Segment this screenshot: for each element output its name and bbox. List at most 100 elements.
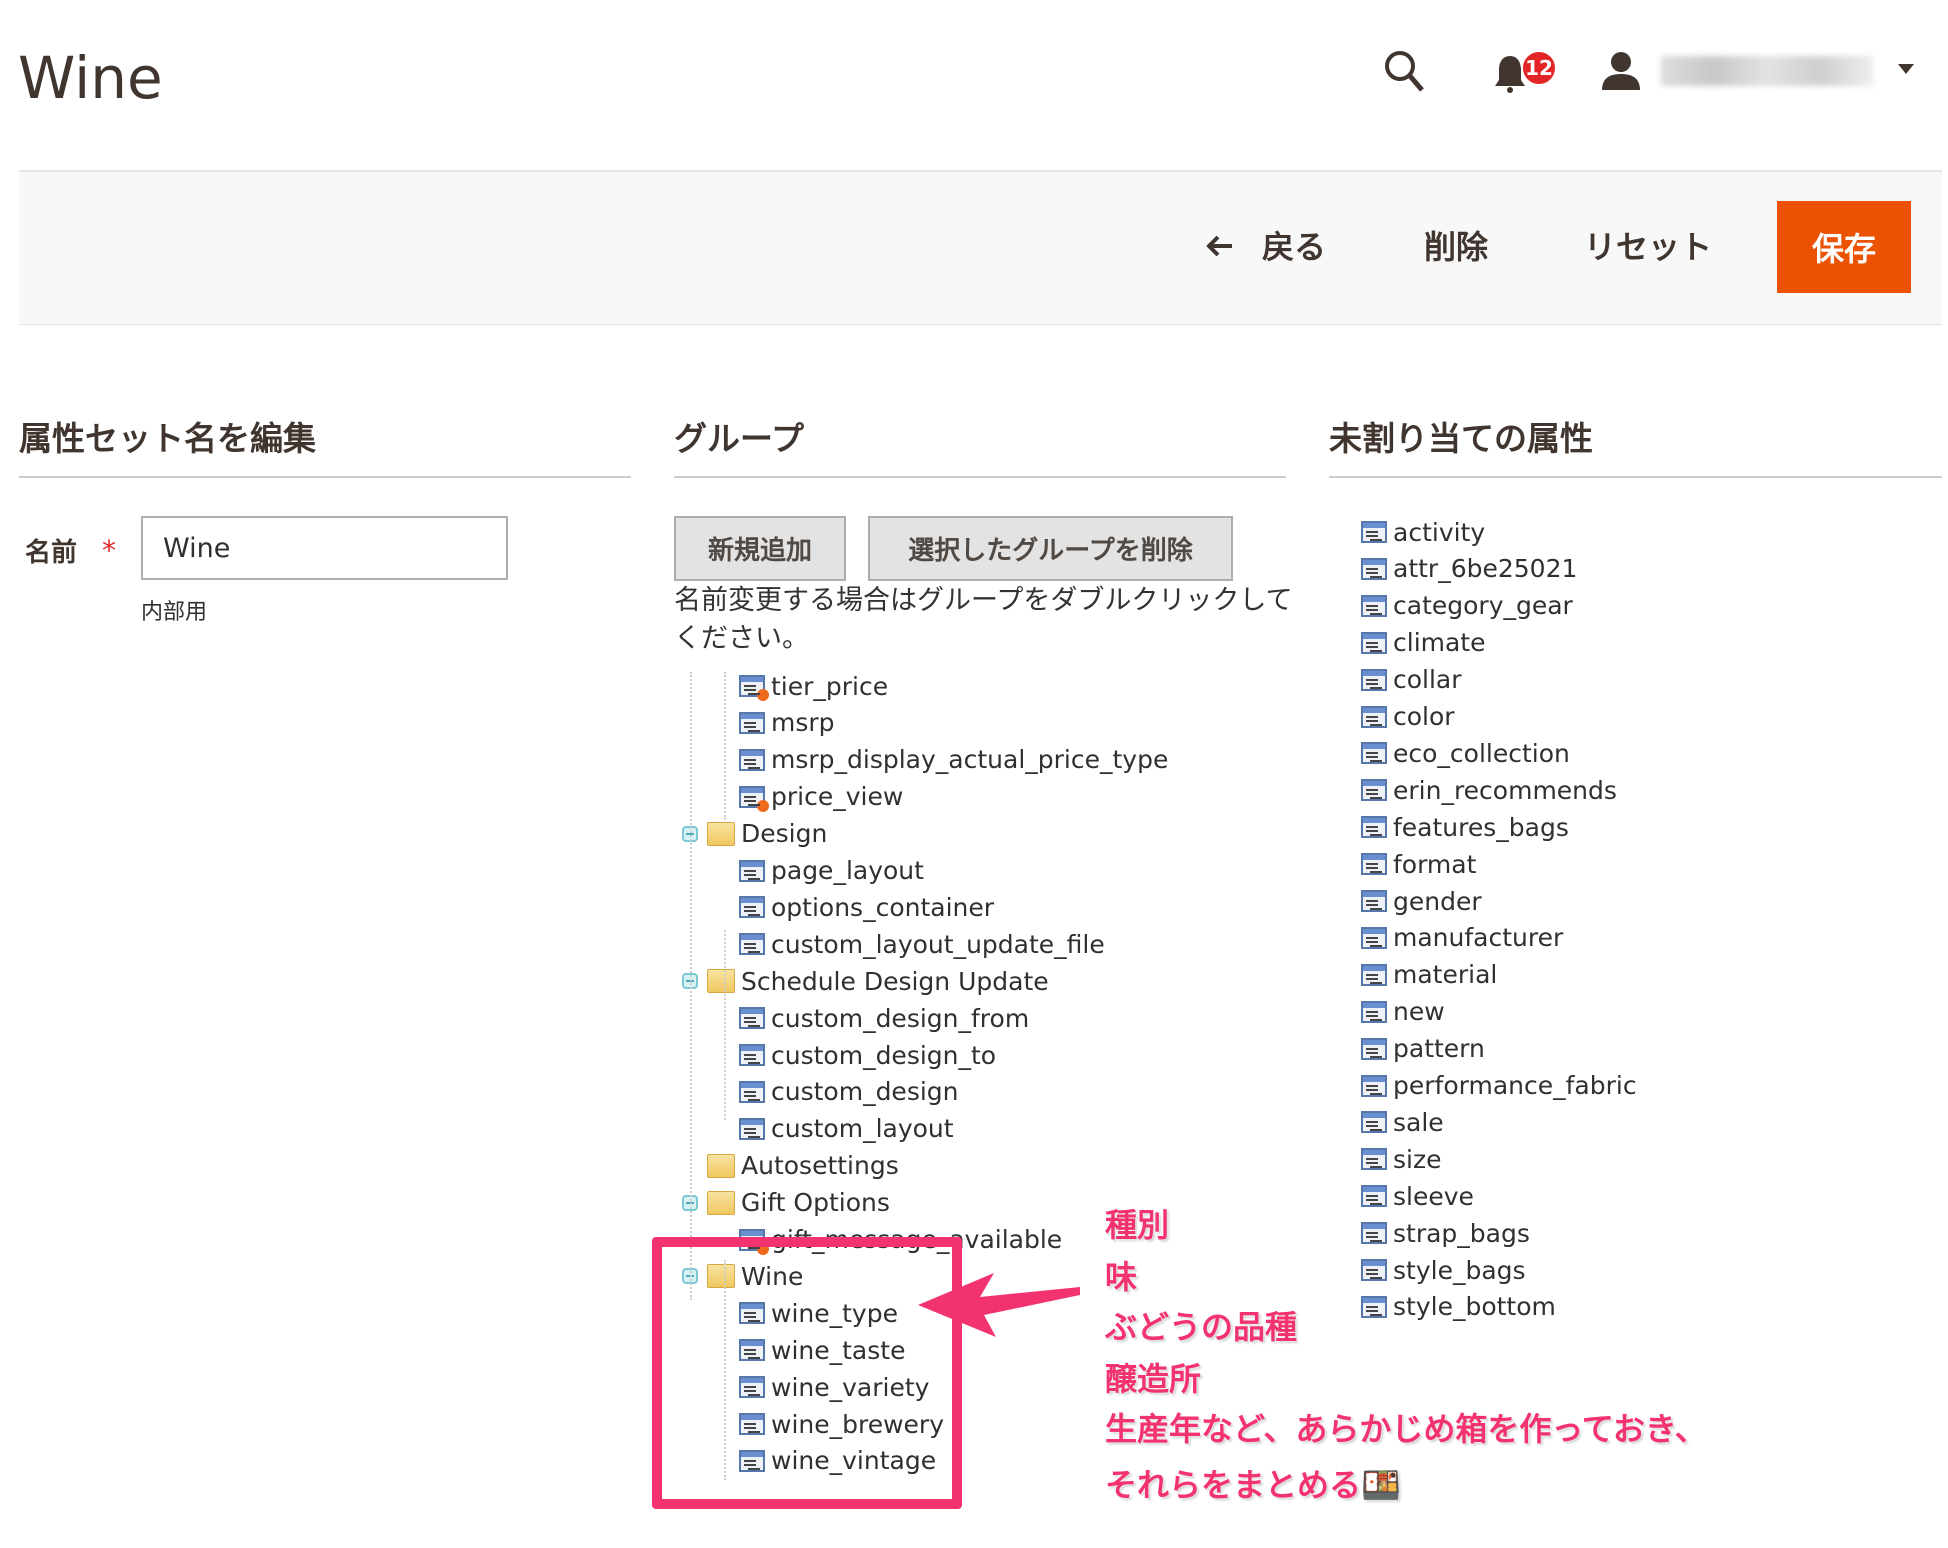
attribute-label: strap_bags: [1393, 1218, 1530, 1248]
unassigned-attribute[interactable]: attr_6be25021: [1361, 551, 1577, 587]
attribute-label: climate: [1393, 628, 1486, 658]
attribute-label: features_bags: [1393, 812, 1569, 842]
unassigned-attribute[interactable]: erin_recommends: [1361, 772, 1617, 808]
unassigned-attribute[interactable]: strap_bags: [1361, 1215, 1530, 1251]
groups-help-text: 名前変更する場合はグループをダブルクリックしてください。: [674, 585, 1293, 654]
attribute-icon: [1361, 1259, 1387, 1281]
tree-attribute[interactable]: custom_design_to: [739, 1037, 996, 1073]
attribute-icon: [1361, 668, 1387, 691]
tree-group[interactable]: Gift Options: [682, 1185, 890, 1221]
arrow-left-icon[interactable]: [1204, 232, 1236, 260]
attribute-label: gender: [1393, 886, 1482, 916]
unassigned-attribute[interactable]: activity: [1361, 514, 1485, 550]
chevron-down-icon[interactable]: [1898, 64, 1914, 74]
attribute-icon: [1361, 1074, 1387, 1097]
unassigned-attribute[interactable]: size: [1361, 1141, 1441, 1177]
attribute-icon: [739, 1080, 765, 1103]
add-group-button[interactable]: 新規追加: [674, 516, 846, 581]
annotation-line: 味: [1105, 1258, 1138, 1296]
unassigned-attribute[interactable]: sleeve: [1361, 1178, 1474, 1214]
tree-attribute[interactable]: custom_design_from: [739, 1000, 1029, 1036]
unassigned-attribute[interactable]: features_bags: [1361, 809, 1569, 845]
attribute-icon: [1361, 779, 1387, 802]
tree-label: msrp: [771, 708, 835, 738]
tree-attribute[interactable]: tier_price: [739, 668, 888, 704]
tree-attribute[interactable]: msrp: [739, 705, 835, 741]
user-name[interactable]: ████████: [1661, 56, 1873, 86]
unassigned-attribute[interactable]: category_gear: [1361, 588, 1573, 624]
attribute-icon: [1361, 1185, 1387, 1208]
attribute-label: size: [1393, 1144, 1442, 1174]
folder-icon: [707, 821, 735, 846]
tree-group[interactable]: Autosettings: [707, 1148, 899, 1184]
unassigned-attribute[interactable]: climate: [1361, 625, 1486, 661]
groups-heading: グループ: [674, 412, 1286, 478]
attribute-label: new: [1393, 997, 1445, 1027]
name-label: 名前: [25, 538, 78, 568]
tree-label: tier_price: [771, 671, 889, 701]
attribute-icon: [1361, 742, 1387, 765]
tree-attribute[interactable]: custom_layout_update_file: [739, 926, 1105, 962]
tree-label: Gift Options: [741, 1188, 890, 1218]
tree-attribute[interactable]: page_layout: [739, 853, 924, 889]
tree-label: Design: [741, 819, 828, 849]
attribute-icon: [1361, 853, 1387, 876]
annotation-line: 生産年など、あらかじめ箱を作っておき、: [1105, 1410, 1707, 1448]
user-icon[interactable]: [1600, 50, 1642, 92]
tree-attribute[interactable]: custom_layout: [739, 1111, 954, 1147]
tree-group[interactable]: Schedule Design Update: [682, 963, 1049, 999]
unassigned-attributes-heading: 未割り当ての属性: [1329, 412, 1942, 478]
tree-label: custom_design_to: [771, 1040, 997, 1070]
tree-attribute[interactable]: price_view: [739, 779, 903, 815]
attribute-label: attr_6be25021: [1393, 554, 1578, 584]
attribute-icon: [739, 859, 765, 882]
tree-attribute[interactable]: custom_design: [739, 1074, 959, 1110]
name-input[interactable]: [141, 516, 508, 580]
tree-attribute[interactable]: options_container: [739, 889, 994, 925]
attribute-label: category_gear: [1393, 591, 1573, 621]
notification-badge[interactable]: 12: [1521, 50, 1557, 86]
unassigned-attribute[interactable]: eco_collection: [1361, 735, 1570, 771]
tree-label: page_layout: [771, 856, 924, 885]
tree-connector: [724, 930, 726, 1120]
tree-label: Schedule Design Update: [741, 966, 1049, 996]
tree-attribute[interactable]: msrp_display_actual_price_type: [739, 742, 1168, 778]
attribute-icon: [1361, 1295, 1387, 1318]
unassigned-attribute[interactable]: collar: [1361, 662, 1462, 698]
unassigned-attribute[interactable]: performance_fabric: [1361, 1068, 1637, 1104]
save-button[interactable]: 保存: [1777, 201, 1911, 293]
unassigned-attribute[interactable]: manufacturer: [1361, 920, 1563, 956]
attribute-icon: [1361, 521, 1387, 543]
unassigned-attribute[interactable]: sale: [1361, 1104, 1444, 1140]
tree-connector: [690, 672, 692, 1300]
unassigned-attribute[interactable]: gender: [1361, 883, 1482, 919]
attribute-label: manufacturer: [1393, 923, 1564, 953]
tree-label: custom_layout_update_file: [771, 929, 1105, 959]
tree-label: msrp_display_actual_price_type: [771, 745, 1169, 775]
attribute-icon: [739, 1044, 765, 1066]
attribute-icon: [1361, 890, 1387, 912]
unassigned-attribute[interactable]: format: [1361, 846, 1476, 882]
edit-set-name-heading: 属性セット名を編集: [19, 412, 631, 478]
reset-button[interactable]: リセット: [1584, 222, 1712, 268]
attribute-icon: [1361, 1111, 1387, 1134]
tree-connector: [724, 672, 726, 820]
attribute-label: eco_collection: [1393, 738, 1570, 768]
search-icon[interactable]: [1382, 48, 1428, 96]
attribute-label: pattern: [1393, 1034, 1485, 1064]
unassigned-attribute[interactable]: style_bottom: [1361, 1289, 1556, 1325]
tree-group[interactable]: Design: [682, 816, 828, 852]
delete-selected-group-button[interactable]: 選択したグループを削除: [868, 516, 1233, 581]
attribute-icon: [739, 675, 769, 701]
attribute-label: activity: [1393, 517, 1486, 547]
unassigned-attribute[interactable]: style_bags: [1361, 1252, 1526, 1288]
attribute-label: erin_recommends: [1393, 775, 1617, 805]
unassigned-attribute[interactable]: color: [1361, 699, 1455, 735]
unassigned-attribute[interactable]: material: [1361, 957, 1497, 993]
delete-button[interactable]: 削除: [1424, 222, 1488, 268]
unassigned-attribute[interactable]: pattern: [1361, 1031, 1485, 1067]
unassigned-attribute[interactable]: new: [1361, 994, 1445, 1030]
attribute-icon: [739, 748, 765, 771]
back-button[interactable]: 戻る: [1262, 222, 1326, 268]
attribute-icon: [1361, 1037, 1387, 1060]
